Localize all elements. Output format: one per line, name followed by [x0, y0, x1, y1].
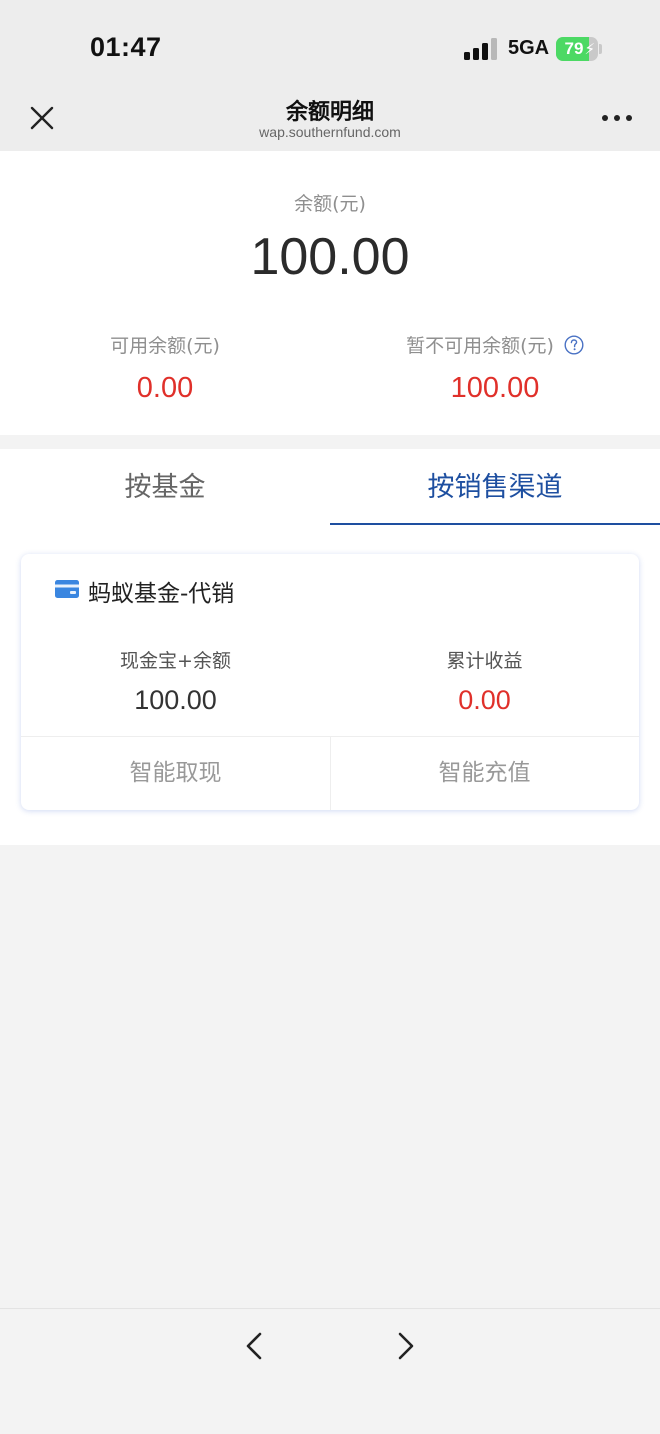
- cash-balance-value: 100.00: [134, 685, 217, 715]
- unavailable-label: 暂不可用余额(元): [406, 335, 554, 357]
- more-icon[interactable]: [600, 112, 634, 124]
- cumulative-income-value: 0.00: [458, 685, 511, 715]
- battery-icon: 79 ⚡: [556, 37, 598, 61]
- browser-bottom-bar: [0, 1308, 660, 1434]
- balance-label: 余额(元): [294, 193, 366, 215]
- page: 01:47 5GA 79 ⚡ 余额明细 wap.southernfund.com: [0, 0, 660, 1434]
- channel-card: 蚂蚁基金-代销 现金宝+余额 100.00 累计收益 0.00 智能取现 智能充…: [21, 554, 639, 810]
- balance-value: 100.00: [250, 228, 410, 286]
- chevron-left-icon[interactable]: [242, 1331, 268, 1361]
- channel-name: 蚂蚁基金-代销: [88, 581, 235, 607]
- page-url: wap.southernfund.com: [259, 124, 401, 140]
- smart-recharge-button[interactable]: 智能充值: [330, 737, 639, 810]
- tab-by-fund[interactable]: 按基金: [0, 449, 330, 526]
- status-bar: 01:47 5GA 79 ⚡: [0, 0, 660, 88]
- balance-summary: 余额(元) 100.00 可用余额(元) 0.00 暂不可用余额(元) 100.…: [0, 151, 660, 435]
- unavailable-value: 100.00: [450, 372, 540, 404]
- question-circle-icon[interactable]: [564, 334, 584, 355]
- smart-withdraw-button[interactable]: 智能取现: [21, 737, 330, 810]
- cash-balance: 现金宝+余额 100.00: [21, 646, 330, 716]
- cumulative-income: 累计收益 0.00: [330, 646, 639, 716]
- cash-balance-label: 现金宝+余额: [120, 650, 231, 672]
- available-value: 0.00: [136, 372, 194, 404]
- status-time: 01:47: [90, 32, 162, 62]
- active-tab-indicator: [330, 523, 660, 525]
- tabs-section: 按基金 按销售渠道 蚂蚁基金-代销 现金宝+余额 100.00 累计收益 0.0…: [0, 449, 660, 845]
- page-title: 余额明细: [285, 100, 374, 125]
- available-balance: 可用余额(元) 0.00: [0, 331, 330, 405]
- credit-card-icon: [55, 580, 79, 598]
- tab-by-channel[interactable]: 按销售渠道: [330, 449, 660, 526]
- available-label: 可用余额(元): [110, 335, 220, 357]
- charging-bolt-icon: ⚡: [584, 40, 595, 58]
- battery-cap: [599, 44, 602, 54]
- chevron-right-icon[interactable]: [392, 1331, 418, 1361]
- unavailable-balance: 暂不可用余额(元) 100.00: [330, 331, 660, 405]
- network-type: 5GA: [508, 37, 550, 59]
- cumulative-income-label: 累计收益: [446, 650, 523, 672]
- signal-icon: [464, 38, 497, 60]
- nav-bar: 余额明细 wap.southernfund.com: [0, 88, 660, 151]
